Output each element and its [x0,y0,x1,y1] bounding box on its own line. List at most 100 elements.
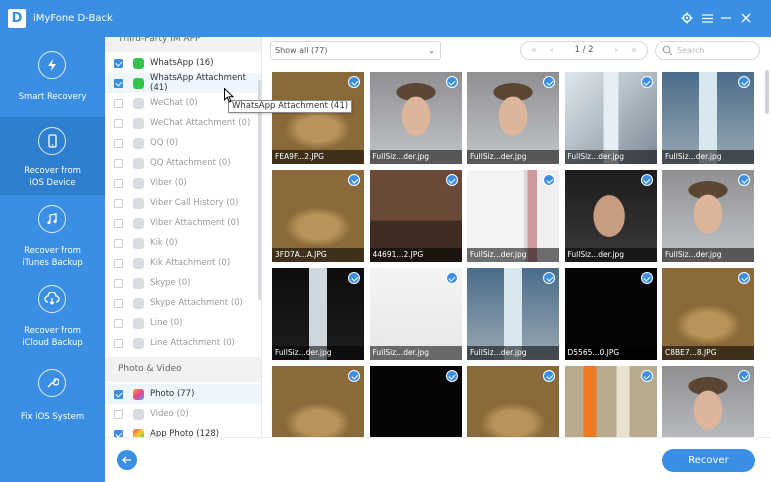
check-icon[interactable] [640,272,653,284]
category-checkbox[interactable] [114,118,123,128]
category-checkbox[interactable] [114,429,123,437]
check-icon[interactable] [348,174,360,186]
check-icon[interactable] [543,272,555,284]
category-item[interactable]: Kik Attachment (0) [105,253,261,273]
category-checkbox[interactable] [114,58,123,68]
category-checkbox[interactable] [114,278,123,288]
category-checkbox[interactable] [114,198,123,208]
photo-thumbnail[interactable] [467,366,559,437]
next-page-button[interactable]: › [609,42,623,59]
check-icon[interactable] [445,272,458,284]
check-icon[interactable] [445,76,458,88]
photo-thumbnail[interactable]: D5565...0.JPG [564,268,657,360]
photo-thumbnail[interactable] [564,366,657,437]
grid-scrollbar[interactable] [765,70,769,114]
photo-thumbnail[interactable]: FullSiz...der.jpg [662,170,754,262]
close-button[interactable] [736,8,756,28]
photo-thumbnail[interactable] [272,366,364,437]
photo-thumbnail[interactable]: FullSiz...der.jpg [369,72,462,164]
check-icon[interactable] [543,370,555,382]
category-item[interactable]: Viber (0) [105,173,261,193]
sidebar-item-fix-ios[interactable]: Fix iOS System [0,359,105,437]
last-page-button[interactable]: » [627,42,641,59]
category-item[interactable]: WhatsApp Attachment (41) [105,73,261,93]
check-icon[interactable] [348,370,360,382]
sidebar-item-icloud-backup[interactable]: Recover from iCloud Backup [0,279,105,357]
check-icon[interactable] [445,174,458,186]
photo-thumbnail[interactable]: FullSiz...der.jpg [662,72,754,164]
check-icon[interactable] [738,76,750,88]
check-icon[interactable] [738,370,750,382]
photo-thumbnail[interactable]: FullSiz...der.jpg [272,268,364,360]
check-icon[interactable] [738,174,750,186]
check-icon[interactable] [348,76,360,88]
sidebar-item-ios-device[interactable]: Recover from iOS Device [0,117,105,195]
check-icon[interactable] [738,272,750,284]
minimize-icon [721,17,731,19]
check-icon[interactable] [543,76,555,88]
category-checkbox[interactable] [114,178,123,188]
check-icon[interactable] [640,370,653,382]
category-scrollbar[interactable] [258,80,261,300]
category-item[interactable]: Line (0) [105,313,261,333]
category-item[interactable]: Viber Call History (0) [105,193,261,213]
category-checkbox[interactable] [114,218,123,228]
photo-thumbnail[interactable]: FullSiz...der.jpg [467,72,559,164]
search-input[interactable] [677,43,755,58]
category-checkbox[interactable] [114,98,123,108]
category-item[interactable]: Skype (0) [105,273,261,293]
category-checkbox[interactable] [114,78,123,88]
category-checkbox[interactable] [114,389,123,399]
photo-thumbnail[interactable]: 3FD7A...A.JPG [272,170,364,262]
photo-thumbnail[interactable]: C8BE7...8.JPG [662,268,754,360]
category-item[interactable]: Line Attachment (0) [105,333,261,353]
check-icon[interactable] [543,174,555,186]
category-item[interactable]: Viber Attachment (0) [105,213,261,233]
show-filter-dropdown[interactable]: Show all (77) ⌄ [270,41,441,60]
wrench-icon [38,369,66,397]
first-page-button[interactable]: « [527,42,541,59]
check-icon[interactable] [640,76,653,88]
sidebar-item-smart-recovery[interactable]: Smart Recovery [0,37,105,115]
photo-thumbnail[interactable]: FullSiz...der.jpg [564,72,657,164]
prev-page-button[interactable]: ‹ [545,42,559,59]
category-item[interactable]: Kik (0) [105,233,261,253]
minimize-button[interactable] [716,8,736,28]
check-icon[interactable] [445,370,458,382]
category-item[interactable]: QQ (0) [105,133,261,153]
photo-thumbnail[interactable]: FullSiz...der.jpg [369,268,462,360]
kik-icon [133,237,144,249]
category-checkbox[interactable] [114,258,123,268]
category-checkbox[interactable] [114,298,123,308]
category-item[interactable]: Skype Attachment (0) [105,293,261,313]
qq-icon [133,137,144,149]
menu-button[interactable] [697,8,717,28]
category-checkbox[interactable] [114,238,123,248]
photo-thumbnail[interactable] [369,366,462,437]
photo-thumbnail[interactable]: FullSiz...der.jpg [564,170,657,262]
category-checkbox[interactable] [114,138,123,148]
category-checkbox[interactable] [114,158,123,168]
photo-thumbnail[interactable]: 44691...2.JPG [369,170,462,262]
photo-thumbnail[interactable]: FEA9F...2.JPG [272,72,364,164]
check-icon[interactable] [348,272,360,284]
photo-thumbnail[interactable]: FullSiz...der.jpg [467,170,559,262]
category-item[interactable]: WhatsApp (16) [105,53,261,73]
category-checkbox[interactable] [114,318,123,328]
title-bar: D iMyFone D-Back [0,0,771,37]
recover-button[interactable]: Recover [662,449,755,472]
check-icon[interactable] [640,174,653,186]
category-checkbox[interactable] [114,409,123,419]
photo-thumbnail[interactable] [662,366,754,437]
category-checkbox[interactable] [114,338,123,348]
category-item[interactable]: Video (0) [105,404,261,424]
category-item[interactable]: QQ Attachment (0) [105,153,261,173]
settings-button[interactable] [677,8,697,28]
back-button[interactable] [117,450,137,470]
category-item[interactable]: WeChat Attachment (0) [105,113,261,133]
category-item[interactable]: App Photo (128) [105,424,261,437]
page-indicator: 1 / 2 [574,45,594,55]
category-item[interactable]: Photo (77) [105,384,261,404]
photo-thumbnail[interactable]: FullSiz...der.jpg [467,268,559,360]
sidebar-item-itunes-backup[interactable]: Recover from iTunes Backup [0,199,105,277]
